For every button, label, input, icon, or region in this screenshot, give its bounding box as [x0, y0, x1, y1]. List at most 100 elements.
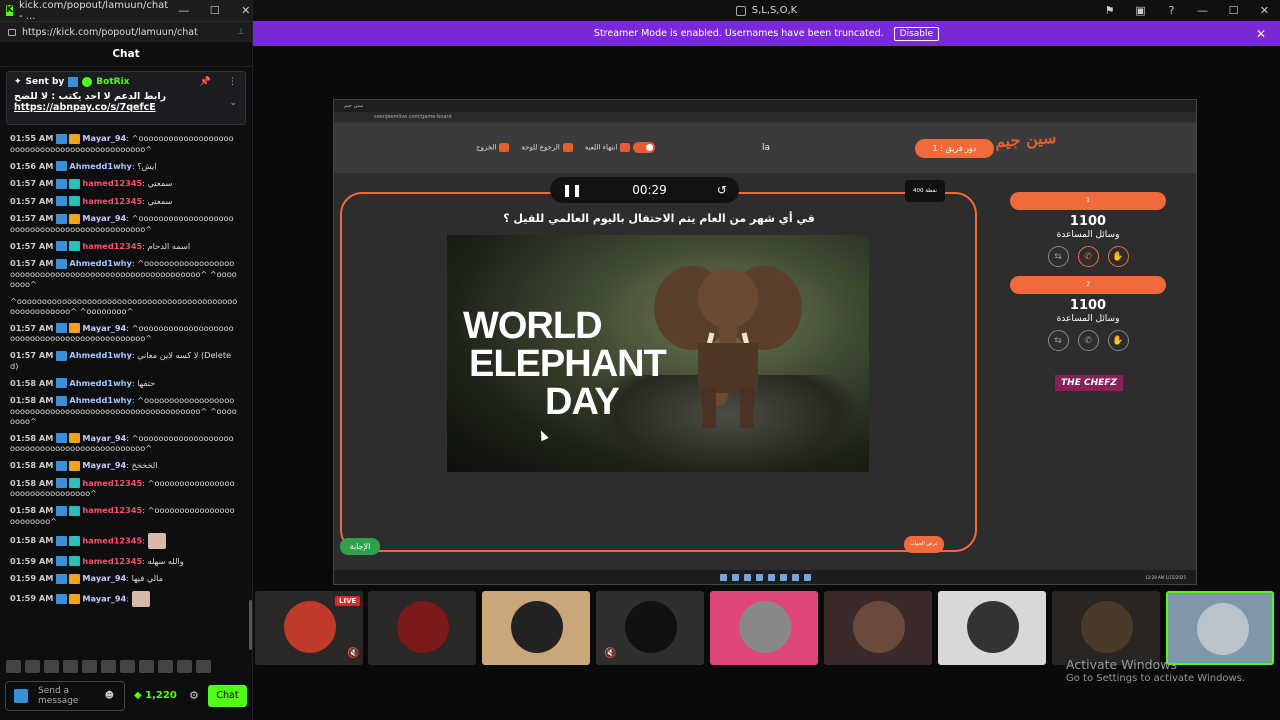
cast-icon[interactable]: ▣ [1125, 4, 1156, 17]
exit-option[interactable]: الخروج [476, 143, 510, 152]
emote-icon[interactable] [120, 660, 135, 673]
emote-icon[interactable] [44, 660, 59, 673]
chat-message[interactable]: 01:59 AM Mayar_94: [10, 590, 238, 607]
chat-scrollbar[interactable] [249, 600, 252, 650]
reset-icon[interactable]: ↺ [717, 183, 727, 197]
emote-icon[interactable] [6, 660, 21, 673]
windows-start-icon[interactable] [719, 573, 727, 581]
mail-icon[interactable] [779, 573, 787, 581]
store-icon[interactable] [767, 573, 775, 581]
message-username[interactable]: Ahmedd1why [69, 161, 131, 171]
emote-icon[interactable] [158, 660, 173, 673]
chat-input[interactable]: Send a message ☻ [5, 681, 125, 711]
pinned-link[interactable]: https://abnpay.co/s/7qefcE [14, 102, 156, 113]
address-bar[interactable]: https://kick.com/popout/lamuun/chat ⟂ [0, 21, 252, 42]
participant-tile[interactable] [938, 591, 1046, 665]
message-username[interactable]: Mayar_94 [82, 593, 126, 603]
chat-messages-list[interactable]: 01:55 AM Mayar_94: ^ooooooooooooooooooooo… [0, 130, 248, 655]
minimize-icon[interactable]: — [168, 4, 199, 17]
pinned-message[interactable]: ✦ Sent by BotRix رابط الدعم لا احد يكتب … [6, 71, 246, 125]
site-info-icon[interactable] [8, 28, 16, 36]
end-game-option[interactable]: انتهاء اللعبة [585, 142, 655, 153]
participant-tile[interactable] [710, 591, 818, 665]
help-icon[interactable]: ? [1156, 4, 1187, 17]
chat-message[interactable]: 01:58 AM Mayar_94: الخخخخ [10, 460, 238, 471]
chat-message[interactable]: 01:57 AM Mayar_94: ^ooooooooooooooooooooo… [10, 323, 238, 344]
emote-icon[interactable] [101, 660, 116, 673]
message-username[interactable]: Ahmedd1why [69, 395, 131, 405]
participant-tile[interactable] [824, 591, 932, 665]
flag-icon[interactable]: ⚑ [1094, 4, 1125, 17]
chat-message[interactable]: 01:58 AM Ahmedd1why: حتفها [10, 378, 238, 388]
chat-message[interactable]: 01:59 AM hamed12345: والله سهله [10, 556, 238, 566]
message-username[interactable]: hamed12345 [82, 241, 142, 251]
disable-button[interactable]: Disable [893, 26, 940, 41]
emote-icon[interactable] [196, 660, 211, 673]
emote-icon[interactable] [82, 660, 97, 673]
extension-icon[interactable]: ⟂ [238, 27, 244, 37]
message-username[interactable]: hamed12345 [82, 535, 142, 545]
maximize-icon[interactable]: ☐ [199, 4, 230, 17]
chat-message[interactable]: ^ooooooooooooooooooooooooooooooooooooooo… [10, 296, 238, 316]
message-username[interactable]: Ahmedd1why [69, 378, 131, 388]
emoji-icon[interactable]: ☻ [105, 691, 114, 701]
chat-message[interactable]: 01:58 AM hamed12345: [10, 532, 238, 549]
toggle-switch[interactable] [632, 142, 655, 153]
participant-tile[interactable] [482, 591, 590, 665]
chat-message[interactable]: 01:58 AM Mayar_94: ^ooooooooooooooooooooo… [10, 433, 238, 454]
message-username[interactable]: Mayar_94 [82, 433, 126, 443]
message-username[interactable]: Ahmedd1why [69, 258, 131, 268]
folder-icon[interactable] [755, 573, 763, 581]
gear-icon[interactable]: ⚙ [189, 689, 199, 702]
chat-message[interactable]: 01:57 AM Mayar_94: ^ooooooooooooooooooooo… [10, 213, 238, 234]
answer-button[interactable]: الإجابة [340, 538, 380, 555]
browser-icon[interactable] [791, 573, 799, 581]
message-username[interactable]: hamed12345 [82, 505, 142, 515]
message-username[interactable]: Mayar_94 [82, 323, 126, 333]
swap-icon[interactable]: ⇆ [1047, 330, 1069, 351]
channel-points[interactable]: ◆ 1,220 [134, 690, 177, 701]
chat-message[interactable]: 01:58 AM hamed12345: ^ooooooooooooooooooo… [10, 505, 238, 526]
message-username[interactable]: Ahmedd1why [69, 350, 131, 360]
message-username[interactable]: Mayar_94 [82, 460, 126, 470]
message-username[interactable]: Mayar_94 [82, 573, 126, 583]
chat-message[interactable]: 01:58 AM hamed12345: ^ooooooooooooooooooo… [10, 478, 238, 499]
participant-tile[interactable] [1166, 591, 1274, 665]
message-username[interactable]: Mayar_94 [82, 213, 126, 223]
pin-icon[interactable]: 📌 [200, 77, 211, 87]
chat-send-button[interactable]: Chat [208, 685, 247, 707]
emote-icon[interactable] [177, 660, 192, 673]
message-username[interactable]: hamed12345 [82, 478, 142, 488]
address-url[interactable]: https://kick.com/popout/lamuun/chat [22, 27, 198, 38]
chat-message[interactable]: 01:57 AM hamed12345: سمعتي [10, 196, 238, 206]
message-username[interactable]: Mayar_94 [82, 133, 126, 143]
chevron-down-icon[interactable]: ⌄ [229, 98, 237, 108]
back-board-option[interactable]: الرجوع للوحة [521, 143, 573, 152]
chat-message[interactable]: 01:56 AM Ahmedd1why: ايش؟ [10, 161, 238, 171]
close-icon[interactable]: ✕ [1256, 27, 1266, 41]
hand-icon[interactable]: ✋ [1107, 246, 1129, 267]
message-username[interactable]: hamed12345 [82, 196, 142, 206]
maximize-icon[interactable]: ☐ [1218, 4, 1249, 17]
message-username[interactable]: hamed12345 [82, 556, 142, 566]
phone-icon[interactable]: ✆ [1077, 330, 1099, 351]
more-options-icon[interactable]: ⋮ [228, 77, 237, 87]
participant-tile[interactable]: LIVE 🔇 [255, 591, 363, 665]
message-username[interactable]: hamed12345 [82, 178, 142, 188]
search-icon[interactable] [731, 573, 739, 581]
participant-tile[interactable] [368, 591, 476, 665]
participant-tile[interactable] [1052, 591, 1160, 665]
chat-message[interactable]: 01:57 AM hamed12345: سمعتي [10, 178, 238, 189]
close-icon[interactable]: ✕ [1249, 4, 1280, 17]
app-icon[interactable] [803, 573, 811, 581]
pinned-bot-name[interactable]: BotRix [96, 77, 129, 87]
chat-message[interactable]: 01:57 AM Ahmedd1why: ^ooooooooooooooooooo… [10, 258, 238, 289]
chat-message[interactable]: 01:57 AM hamed12345: اسمه الدحام [10, 241, 238, 251]
chat-message[interactable]: 01:58 AM Ahmedd1why: ^ooooooooooooooooooo… [10, 395, 238, 426]
show-answer-button[interactable]: عرض الجواب [904, 536, 944, 553]
participant-tile[interactable]: 🔇 [596, 591, 704, 665]
taskview-icon[interactable] [743, 573, 751, 581]
emote-icon[interactable] [139, 660, 154, 673]
emote-icon[interactable] [63, 660, 78, 673]
swap-icon[interactable]: ⇆ [1047, 246, 1069, 267]
